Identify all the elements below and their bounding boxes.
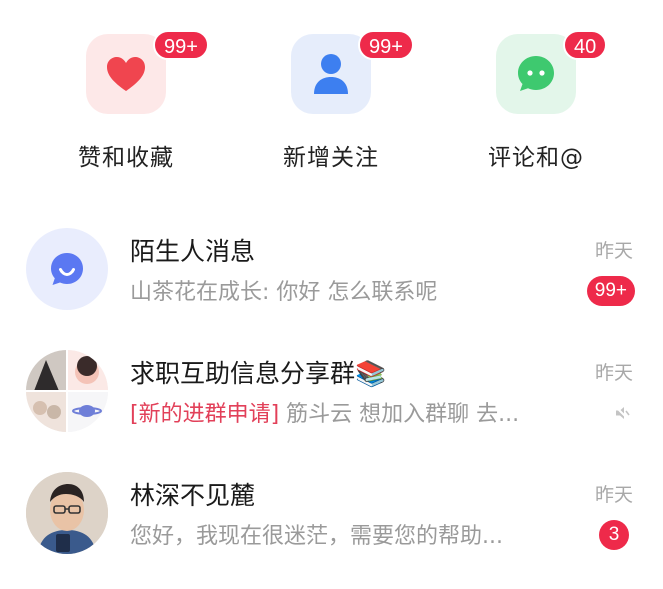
unread-badge: 99+: [586, 276, 635, 306]
preview-text: 筋斗云 想加入群聊 去...: [286, 402, 520, 427]
comments-badge: 40: [563, 30, 608, 60]
likes-label: 赞和收藏: [78, 145, 174, 171]
conversation-preview: 山茶花在成长: 你好 怎么联系呢: [130, 274, 580, 306]
likes-badge: 99+: [153, 30, 209, 60]
group-title-text: 求职互助信息分享群: [130, 359, 356, 388]
conversation-preview: [新的进群申请] 筋斗云 想加入群聊 去...: [130, 396, 580, 428]
list-item-stranger-messages[interactable]: 陌生人消息 山茶花在成长: 你好 怎么联系呢 昨天 99+: [0, 228, 663, 328]
conversation-title: 林深不见麓: [130, 481, 256, 510]
group-avatar: [26, 350, 108, 432]
person-icon: [314, 54, 348, 94]
join-request-tag: [新的进群申请]: [130, 402, 280, 427]
conversation-title: 陌生人消息: [130, 237, 256, 266]
group-avatar-collage: [26, 350, 108, 432]
followers-badge: 99+: [358, 30, 414, 60]
list-item-group-chat[interactable]: 求职互助信息分享群📚 [新的进群申请] 筋斗云 想加入群聊 去... 昨天: [0, 350, 663, 450]
stranger-messages-avatar: [26, 228, 108, 310]
message-bubble-icon: [51, 253, 83, 285]
category-new-followers[interactable]: 99+ 新增关注: [266, 30, 414, 184]
contact-photo: [26, 472, 108, 554]
conversation-time: 昨天: [594, 484, 633, 506]
conversation-time: 昨天: [594, 362, 633, 384]
mute-icon: [614, 405, 630, 421]
notification-categories: 99+ 赞和收藏 99+ 新增关注 40 评论和@: [0, 0, 663, 200]
heart-icon: [107, 57, 145, 91]
category-likes-and-saves[interactable]: 99+ 赞和收藏: [61, 30, 209, 184]
preview-sender: 山茶花在成长:: [130, 280, 270, 305]
category-comments-mentions[interactable]: 40 评论和@: [471, 30, 608, 184]
chat-bubble-icon: [518, 56, 554, 91]
list-item-contact-chat[interactable]: 林深不见麓 您好，我现在很迷茫，需要您的帮助... 昨天 3: [0, 472, 663, 572]
contact-avatar: [26, 472, 108, 554]
followers-label: 新增关注: [283, 145, 379, 171]
unread-badge: 3: [599, 520, 629, 550]
conversation-preview: 您好，我现在很迷茫，需要您的帮助...: [130, 524, 503, 549]
conversation-time: 昨天: [594, 240, 633, 262]
preview-text: 你好 怎么联系呢: [276, 280, 438, 305]
comments-label: 评论和@: [488, 145, 584, 171]
books-emoji: 📚: [355, 359, 387, 388]
conversation-title: 求职互助信息分享群📚: [130, 354, 386, 390]
